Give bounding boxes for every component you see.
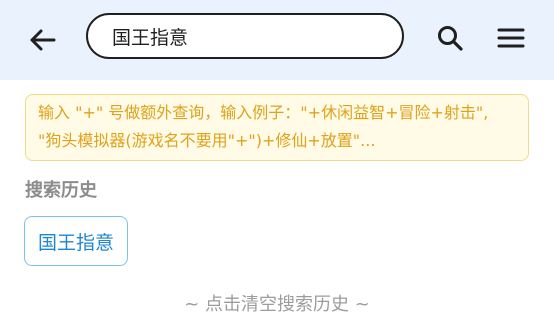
back-button[interactable] <box>22 20 62 60</box>
hamburger-menu-icon <box>497 28 525 48</box>
search-button[interactable] <box>430 18 470 58</box>
history-item[interactable]: 国王指意 <box>24 216 129 266</box>
history-item-label: 国王指意 <box>38 231 115 254</box>
search-tip: 输入 "+" 号做额外查询，输入例子："+休闲益智+冒险+射击", "狗头模拟器… <box>25 94 529 161</box>
search-icon <box>438 26 463 51</box>
clear-history-button[interactable]: ~ 点击清空搜索历史 ~ <box>0 290 554 316</box>
top-bar <box>0 0 554 80</box>
menu-button[interactable] <box>491 18 531 58</box>
search-tip-text: 输入 "+" 号做额外查询，输入例子："+休闲益智+冒险+射击", "狗头模拟器… <box>38 103 489 150</box>
arrow-left-icon <box>30 29 56 51</box>
search-field[interactable] <box>86 13 404 59</box>
search-history-title: 搜索历史 <box>25 180 97 201</box>
search-input[interactable] <box>110 24 380 48</box>
